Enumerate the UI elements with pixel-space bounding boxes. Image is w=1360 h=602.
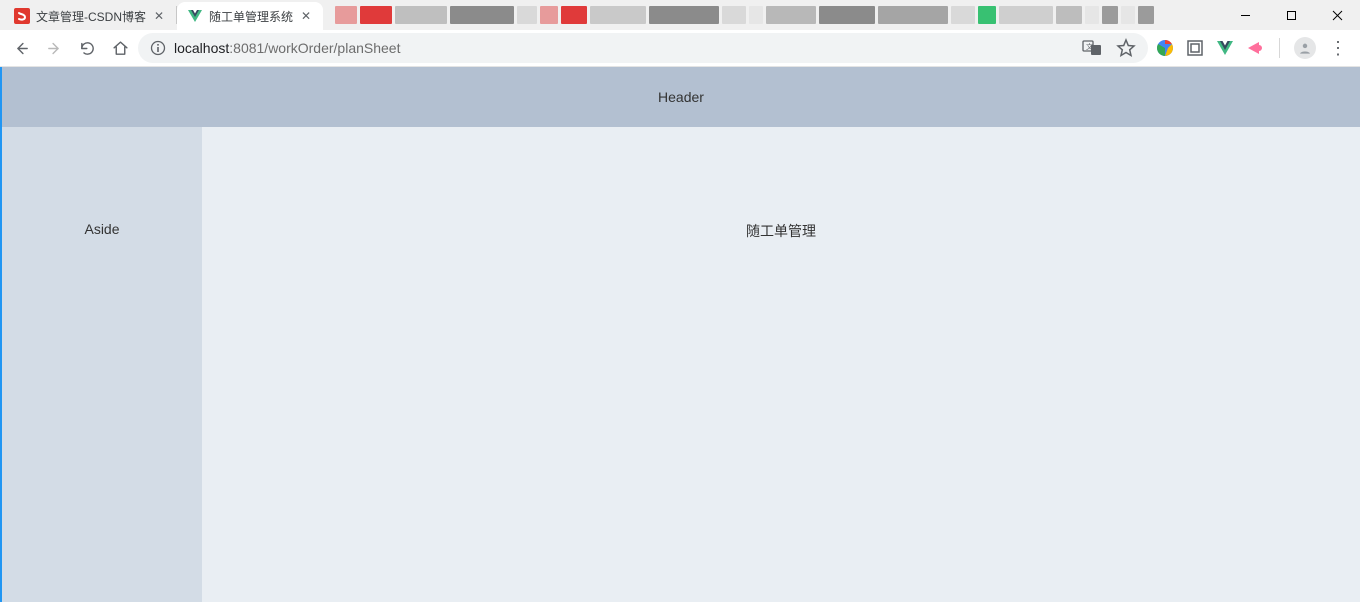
browser-toolbar: localhost:8081/workOrder/planSheet 文 ⋮	[0, 30, 1360, 67]
layout-aside: Aside	[2, 127, 202, 602]
browser-tab-app[interactable]: 随工单管理系统 ✕	[177, 2, 323, 30]
svg-text:文: 文	[1086, 42, 1093, 51]
header-text: Header	[658, 89, 704, 105]
window-controls	[1222, 0, 1360, 30]
profile-avatar-button[interactable]	[1294, 37, 1316, 59]
blurred-tabs-region	[329, 0, 1222, 30]
translate-icon[interactable]: 文	[1082, 38, 1102, 58]
toolbar-separator	[1279, 38, 1280, 58]
url-host: localhost	[174, 40, 229, 56]
app-root: Header Aside 随工单管理	[0, 67, 1360, 602]
extensions-area: ⋮	[1151, 37, 1354, 59]
nav-forward-button[interactable]	[39, 33, 69, 63]
vue-devtools-ext-icon[interactable]	[1215, 38, 1235, 58]
browser-tab-csdn[interactable]: 文章管理-CSDN博客 ✕	[4, 2, 176, 30]
nav-reload-button[interactable]	[72, 33, 102, 63]
tab-close-icon[interactable]: ✕	[299, 9, 313, 23]
url-text: localhost:8081/workOrder/planSheet	[174, 40, 400, 56]
nav-back-button[interactable]	[6, 33, 36, 63]
tab-close-icon[interactable]: ✕	[152, 9, 166, 23]
pink-ext-icon[interactable]	[1245, 38, 1265, 58]
tabs-area: 文章管理-CSDN博客 ✕ 随工单管理系统 ✕	[0, 0, 323, 30]
google-apps-ext-icon[interactable]	[1155, 38, 1175, 58]
layout-body: Aside 随工单管理	[2, 127, 1360, 602]
omnibox-right: 文	[1082, 38, 1136, 58]
screenshot-ext-icon[interactable]	[1185, 38, 1205, 58]
layout-main: 随工单管理	[202, 127, 1360, 602]
site-info-icon[interactable]	[150, 40, 166, 56]
url-path: :8081/workOrder/planSheet	[229, 40, 400, 56]
aside-text: Aside	[84, 221, 119, 237]
layout-header: Header	[2, 67, 1360, 127]
nav-home-button[interactable]	[105, 33, 135, 63]
window-minimize-button[interactable]	[1222, 0, 1268, 30]
tab-title: 文章管理-CSDN博客	[36, 8, 146, 25]
vue-favicon-icon	[187, 8, 203, 24]
window-close-button[interactable]	[1314, 0, 1360, 30]
main-text: 随工单管理	[746, 221, 816, 241]
browser-menu-button[interactable]: ⋮	[1326, 38, 1350, 59]
window-maximize-button[interactable]	[1268, 0, 1314, 30]
bookmark-star-icon[interactable]	[1116, 38, 1136, 58]
browser-tabstrip: 文章管理-CSDN博客 ✕ 随工单管理系统 ✕	[0, 0, 1360, 30]
address-bar[interactable]: localhost:8081/workOrder/planSheet 文	[138, 33, 1148, 63]
tab-title: 随工单管理系统	[209, 8, 293, 25]
csdn-favicon-icon	[14, 8, 30, 24]
